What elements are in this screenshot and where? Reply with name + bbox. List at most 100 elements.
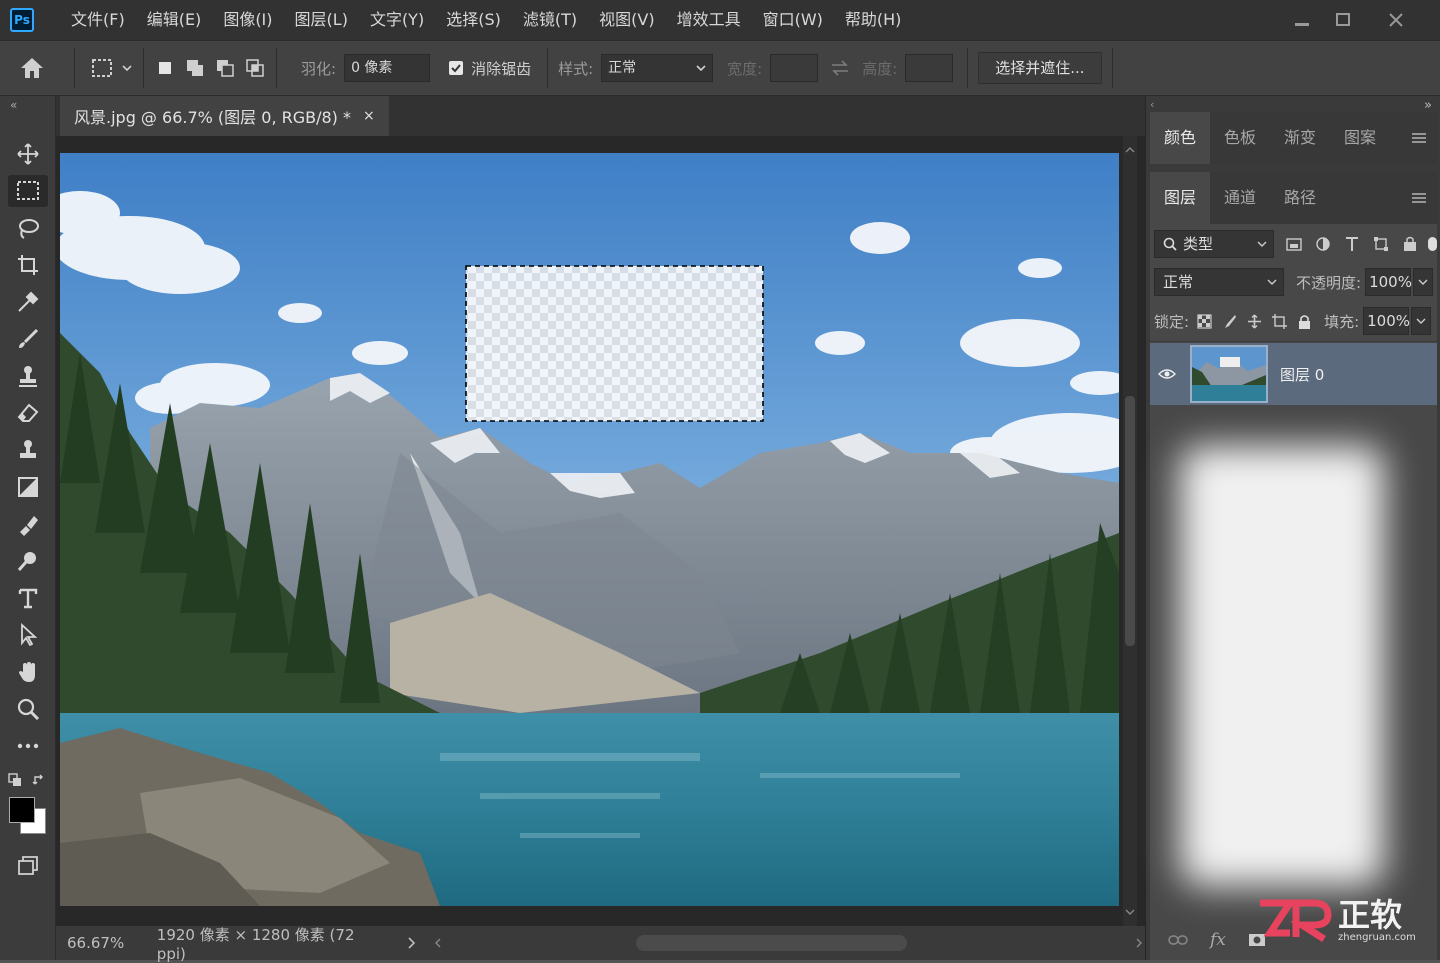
panel-menu-icon[interactable] [1411,132,1427,144]
width-input[interactable] [770,54,819,82]
layer-filter-icons [1286,236,1418,252]
shape-filter-icon[interactable] [1373,236,1389,252]
pixel-filter-icon[interactable] [1286,237,1303,251]
maximize-button[interactable] [1323,0,1363,40]
vertical-scroll-thumb[interactable] [1125,396,1135,646]
menu-help[interactable]: 帮助(H) [834,0,913,40]
clone-stamp-tool[interactable] [8,434,48,466]
zoom-tool[interactable] [8,693,48,725]
document-tab[interactable]: 风景.jpg @ 66.7% (图层 0, RGB/8) * × [60,96,389,136]
scroll-down-icon[interactable] [1123,906,1137,918]
foreground-color-swatch[interactable] [9,797,35,823]
menu-view[interactable]: 视图(V) [588,0,665,40]
zoom-level[interactable]: 66.67% [67,934,147,952]
brush-tool[interactable] [8,323,48,355]
tab-color[interactable]: 颜色 [1150,112,1211,164]
type-filter-icon[interactable] [1344,236,1360,252]
tab-swatches[interactable]: 色板 [1210,112,1270,164]
home-icon [21,58,43,78]
more-tools[interactable] [8,730,48,762]
opacity-dropdown[interactable] [1413,268,1434,296]
eyedropper-tool[interactable] [8,286,48,318]
hand-tool[interactable] [8,656,48,688]
eraser-tool[interactable] [8,397,48,429]
transparent-selection-area[interactable] [466,266,763,421]
style-select[interactable]: 正常 [601,54,714,82]
add-selection-icon[interactable] [184,57,206,79]
marquee-tool[interactable] [8,175,48,207]
path-selection-tool[interactable] [8,619,48,651]
height-input[interactable] [905,54,954,82]
lock-pixels-icon[interactable] [1222,314,1237,329]
layer-filter-select[interactable]: 类型 [1154,230,1275,258]
tool-preset-picker[interactable] [91,58,133,78]
fx-icon[interactable]: fx [1210,930,1226,950]
close-tab-icon[interactable]: × [363,108,375,124]
new-selection-icon[interactable] [154,57,176,79]
menu-image[interactable]: 图像(I) [212,0,283,40]
adjustment-filter-icon[interactable] [1315,236,1331,252]
menu-type[interactable]: 文字(Y) [359,0,435,40]
move-tool[interactable] [8,138,48,170]
fill-input[interactable]: 100% [1363,307,1410,335]
crop-tool[interactable] [8,249,48,281]
tab-gradients[interactable]: 渐变 [1270,112,1330,164]
filter-toggle[interactable] [1428,237,1437,251]
menu-edit[interactable]: 编辑(E) [136,0,213,40]
dodge-tool[interactable] [8,545,48,577]
menu-plugins[interactable]: 增效工具 [666,0,752,40]
eye-icon[interactable] [1158,368,1176,380]
scroll-right-icon[interactable] [1133,936,1145,950]
vertical-scrollbar[interactable] [1123,136,1137,926]
select-and-mask-button[interactable]: 选择并遮住... [978,52,1102,84]
lock-position-icon[interactable] [1247,314,1262,329]
default-colors-icon[interactable] [8,773,22,787]
lock-transparent-icon[interactable] [1197,313,1212,329]
collapse-toolbar-icon[interactable]: « [10,98,17,112]
stamp-tool[interactable] [8,360,48,392]
smart-object-filter-icon[interactable] [1402,236,1418,252]
menu-filter[interactable]: 滤镜(T) [512,0,588,40]
link-icon[interactable] [1168,934,1188,946]
swap-arrows-icon[interactable] [828,58,852,78]
screen-mode-button[interactable] [8,850,48,882]
lasso-tool[interactable] [8,212,48,244]
horizontal-scroll-thumb[interactable] [635,935,908,951]
close-window-button[interactable] [1376,0,1416,40]
style-label: 样式: [558,59,594,78]
antialias-checkbox[interactable]: 消除锯齿 [448,58,531,79]
menu-select[interactable]: 选择(S) [435,0,512,40]
minimize-button[interactable] [1282,0,1322,40]
menu-layer[interactable]: 图层(L) [284,0,359,40]
fill-dropdown[interactable] [1411,307,1432,335]
feather-input[interactable]: 0 像素 [344,54,431,82]
lock-fill-row: 锁定: 填充: 100% [1150,307,1437,335]
expand-panels-icon[interactable]: » [1424,98,1432,113]
opacity-input[interactable]: 100% [1365,268,1412,296]
lock-all-icon[interactable] [1297,314,1312,329]
zoom-icon [17,698,40,721]
gradient-tool[interactable] [8,471,48,503]
tab-patterns[interactable]: 图案 [1330,112,1390,164]
swap-colors-icon[interactable] [32,773,46,787]
layer-row[interactable]: 图层 0 [1150,343,1437,405]
tab-paths[interactable]: 路径 [1270,172,1330,224]
path-select-icon [21,623,38,647]
chevron-right-icon[interactable] [406,936,418,950]
lock-artboard-icon[interactable] [1272,313,1288,329]
smudge-tool[interactable] [8,508,48,540]
tab-channels[interactable]: 通道 [1210,172,1270,224]
collapse-left-icon[interactable]: ‹ [1150,98,1154,111]
panel-menu-icon[interactable] [1411,192,1427,204]
canvas[interactable] [60,153,1119,906]
home-button[interactable] [0,56,64,80]
intersect-selection-icon[interactable] [244,57,266,79]
scroll-up-icon[interactable] [1123,144,1137,156]
menu-window[interactable]: 窗口(W) [752,0,834,40]
menu-file[interactable]: 文件(F) [60,0,136,40]
blend-mode-select[interactable]: 正常 [1154,268,1284,296]
scroll-left-icon[interactable] [432,936,444,950]
subtract-selection-icon[interactable] [214,57,236,79]
tab-layers[interactable]: 图层 [1150,172,1211,224]
type-tool[interactable] [8,582,48,614]
